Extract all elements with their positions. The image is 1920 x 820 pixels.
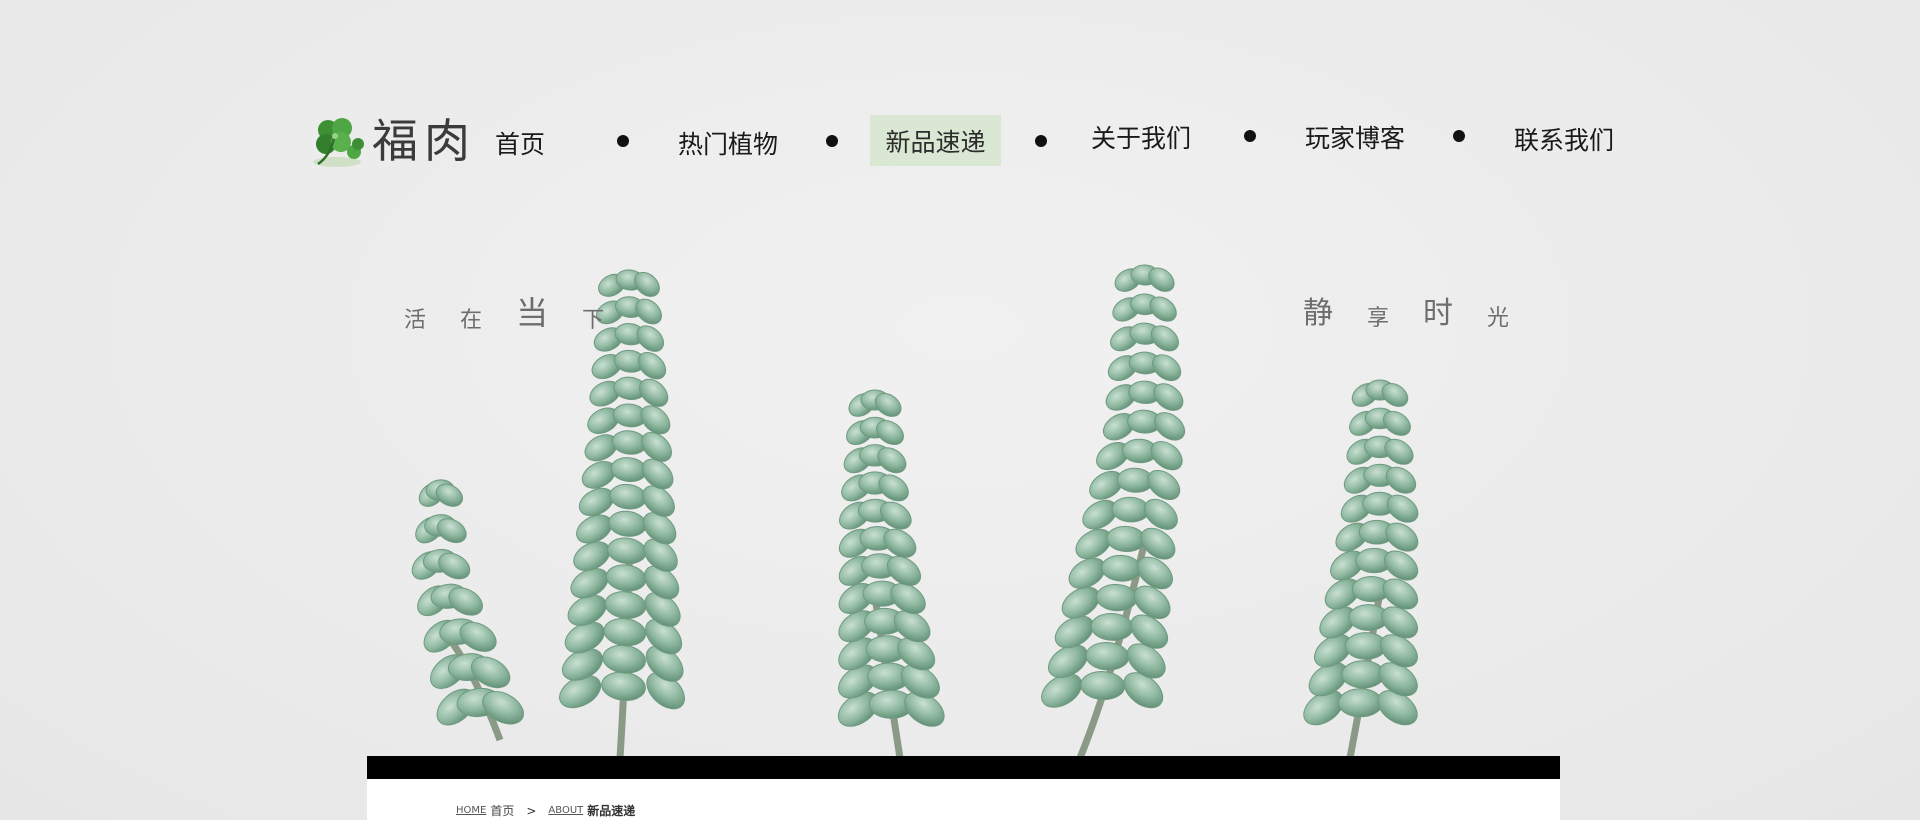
- breadcrumb-current: 新品速递: [587, 804, 636, 818]
- hero-char: 时: [1423, 296, 1454, 331]
- hero-char: 享: [1367, 306, 1390, 331]
- logo-text: 福肉: [372, 114, 476, 168]
- hero-char: 活: [404, 308, 427, 333]
- breadcrumb-separator: >: [526, 803, 537, 818]
- breadcrumb-home[interactable]: 首页: [490, 802, 514, 819]
- nav-separator-dot: [1244, 130, 1256, 142]
- hero-left-text: 活 在 当 下: [404, 288, 604, 334]
- nav-separator-dot: [1035, 135, 1047, 147]
- nav-separator-dot: [617, 135, 629, 147]
- hero-char: 当: [516, 294, 549, 332]
- nav-item-contact-us[interactable]: 联系我们: [1510, 114, 1618, 164]
- nav-item-hot-plants[interactable]: 热门植物: [672, 118, 784, 168]
- nav-item-about-us[interactable]: 关于我们: [1088, 112, 1194, 162]
- hero-right-text: 静 享 时 光: [1303, 288, 1509, 332]
- hero-char: 下: [582, 308, 605, 333]
- page: 福肉 首页 热门植物 新品速递 关于我们 玩家博客 联系我们 活 在 当 下 静…: [0, 0, 1920, 820]
- clover-icon: [308, 112, 366, 170]
- breadcrumb-home-en[interactable]: HOME: [456, 805, 486, 816]
- nav-item-home[interactable]: 首页: [484, 118, 556, 168]
- nav-item-player-blog[interactable]: 玩家博客: [1302, 112, 1408, 162]
- nav-separator-dot: [826, 135, 838, 147]
- logo[interactable]: 福肉: [308, 112, 476, 170]
- hero-char: 在: [460, 308, 483, 333]
- hero-char: 光: [1487, 306, 1510, 331]
- nav-separator-dot: [1453, 130, 1465, 142]
- breadcrumb: HOME 首页 > ABOUT 新品速递: [456, 802, 635, 819]
- breadcrumb-section-en[interactable]: ABOUT: [548, 805, 583, 816]
- succulent-plants-image: [411, 264, 1419, 760]
- nav-item-new-arrivals[interactable]: 新品速递: [870, 115, 1001, 166]
- hero-char: 静: [1303, 296, 1333, 331]
- hero-bottom-band: [367, 756, 1560, 779]
